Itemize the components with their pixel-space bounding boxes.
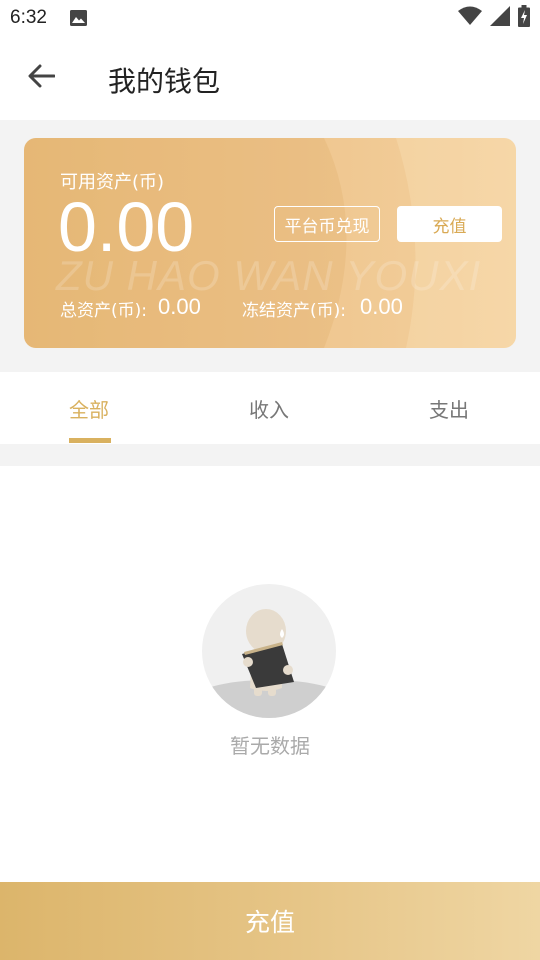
frozen-assets-label: 冻结资产(币): [242, 301, 346, 321]
back-button[interactable] [20, 58, 62, 98]
page-title: 我的钱包 [108, 65, 221, 98]
signal-icon [490, 6, 510, 30]
status-bar: 6:32 [0, 0, 540, 36]
image-icon [70, 10, 87, 26]
back-arrow-icon [27, 64, 56, 92]
battery-icon [518, 5, 530, 31]
bottom-recharge-button[interactable]: 充值 [0, 882, 540, 960]
status-time: 6:32 [10, 7, 47, 28]
app-header: 我的钱包 [0, 36, 540, 120]
total-assets-value: 0.00 [158, 294, 201, 319]
empty-state-text: 暂无数据 [230, 734, 310, 758]
transaction-tabs: 全部 收入 支出 [0, 372, 540, 444]
tab-expense[interactable]: 支出 [429, 394, 469, 423]
total-assets-label: 总资产(币): [60, 301, 147, 321]
exchange-button[interactable]: 平台币兑现 [274, 206, 380, 242]
tabs-separator [0, 444, 540, 466]
wallet-card: ZU HAO WAN YOUXI 可用资产(币) 0.00 平台币兑现 充值 总… [24, 138, 516, 348]
status-icons [458, 5, 530, 31]
tab-income[interactable]: 收入 [249, 394, 289, 423]
tab-all[interactable]: 全部 [69, 394, 109, 423]
available-assets-value: 0.00 [58, 188, 195, 266]
empty-state-illustration-icon [202, 584, 336, 718]
frozen-assets-value: 0.00 [360, 294, 403, 319]
card-recharge-button[interactable]: 充值 [397, 206, 502, 242]
wifi-icon [458, 6, 482, 30]
active-tab-indicator [69, 438, 111, 443]
